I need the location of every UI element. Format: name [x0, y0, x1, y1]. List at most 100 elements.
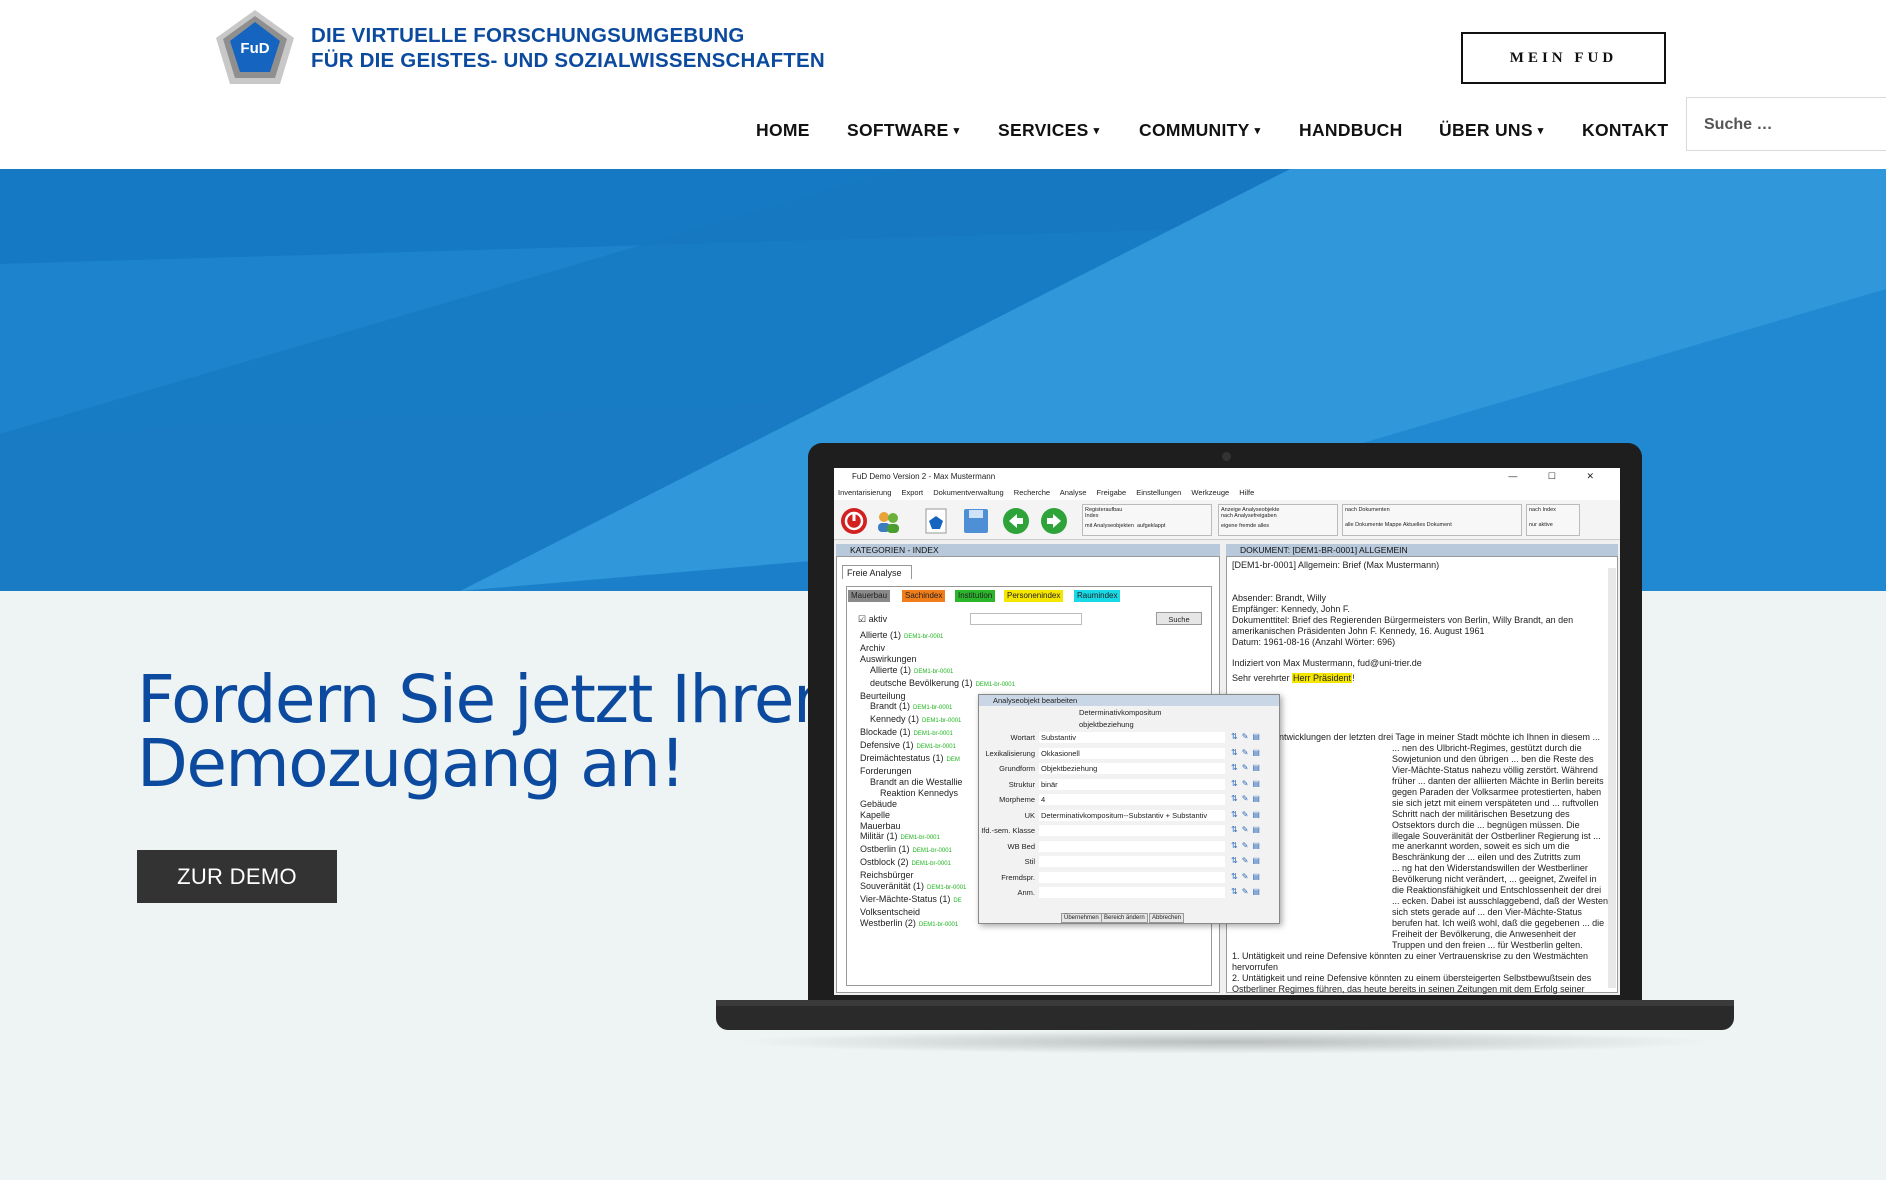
tab-freie-analyse[interactable]: Freie Analyse	[842, 565, 912, 579]
aktiv-checkbox[interactable]: ☑ aktiv	[858, 614, 887, 625]
dialog-field-value[interactable]	[1039, 871, 1225, 883]
dialog-field-value[interactable]	[1039, 856, 1225, 867]
tree-item-ref[interactable]: DEM1-br-0001	[917, 744, 956, 750]
option-nur-aktive[interactable]: nur aktive	[1529, 522, 1577, 528]
dialog-field-value[interactable]: Okkasionell	[1039, 747, 1225, 759]
dialog-field-label: WB Bed	[1007, 841, 1035, 851]
edit-icon[interactable]: ⇅✎▤	[1231, 841, 1271, 852]
mein-fud-button[interactable]: MEIN FUD	[1461, 32, 1666, 84]
document-indexed-by: Indiziert von Max Mustermann, fud@uni-tr…	[1232, 658, 1422, 669]
laptop-base	[716, 1000, 1734, 1030]
tree-item-label: Ostblock (2)	[860, 857, 909, 868]
dialog-field-value[interactable]: binär	[1039, 778, 1225, 790]
chevron-down-icon: ▾	[1537, 125, 1544, 137]
nav-software[interactable]: SOFTWARE ▾	[847, 120, 959, 141]
salutation-highlight: Herr Präsident	[1292, 673, 1353, 684]
tree-item-ref[interactable]: DEM1-br-0001	[901, 835, 940, 841]
tree-item-ref[interactable]: DEM1-br-0001	[919, 922, 958, 928]
option-aktuelles-dokument[interactable]: Aktuelles Dokument	[1403, 522, 1452, 528]
option-aufgeklappt[interactable]: aufgeklappt	[1137, 523, 1165, 529]
tree-item-label: Reaktion Kennedys	[880, 787, 959, 798]
edit-icon[interactable]: ⇅✎▤	[1231, 732, 1271, 743]
dialog-field-row: Ifd.-sem. Klasse ⇅✎▤	[979, 825, 1279, 837]
tree-item[interactable]: Archiv	[860, 643, 1015, 654]
tree-item-ref[interactable]: DEM1-br-0001	[922, 718, 961, 724]
dialog-abbrechen-button[interactable]: Abbrechen	[1149, 913, 1185, 923]
tree-item-ref[interactable]: DEM1-br-0001	[976, 682, 1015, 688]
dialog-field-value[interactable]: Objektbeziehung	[1039, 763, 1225, 774]
tree-item-ref[interactable]: DEM	[947, 757, 960, 763]
index-tab-sachindex[interactable]: Sachindex	[902, 590, 946, 602]
document-date: Datum: 1961-08-16 (Anzahl Wörter: 696)	[1232, 636, 1396, 647]
tree-item-ref[interactable]: DEM1-br-0001	[927, 885, 966, 891]
index-tab-raumindex[interactable]: Raumindex	[1074, 590, 1121, 602]
nav-ueber-uns-label: ÜBER UNS	[1439, 120, 1533, 140]
nav-handbuch[interactable]: HANDBUCH	[1299, 120, 1403, 141]
nav-services[interactable]: SERVICES ▾	[998, 120, 1099, 141]
search-input[interactable]: Suche …	[1686, 97, 1886, 151]
tree-item[interactable]: Allierte (1) DEM1-br-0001	[860, 630, 1015, 643]
option-fremde[interactable]: fremde	[1239, 523, 1256, 529]
dialog-field-value[interactable]	[1039, 887, 1225, 898]
fud-logo[interactable]: FuD	[214, 8, 296, 86]
edit-icon[interactable]: ⇅✎▤	[1231, 748, 1271, 759]
tree-item-ref[interactable]: DEM1-br-0001	[904, 634, 943, 640]
tree-item[interactable]: deutsche Bevölkerung (1) DEM1-br-0001	[860, 678, 1015, 691]
salutation-prefix: Sehr verehrter	[1232, 673, 1293, 684]
option-alles[interactable]: alles	[1258, 523, 1269, 529]
index-search-input[interactable]	[970, 613, 1082, 625]
tree-item-ref[interactable]: DEM1-br-0001	[913, 848, 952, 854]
edit-icon[interactable]: ⇅✎▤	[1231, 825, 1271, 836]
nav-home[interactable]: HOME	[756, 120, 810, 141]
tree-item[interactable]: Auswirkungen	[860, 654, 1015, 665]
nav-kontakt[interactable]: KONTAKT	[1582, 120, 1668, 141]
menu-werkzeuge: Werkzeuge	[1191, 488, 1230, 497]
document-scrollbar[interactable]	[1608, 568, 1616, 988]
option-eigene[interactable]: eigene	[1221, 523, 1238, 529]
edit-icon[interactable]: ⇅✎▤	[1231, 856, 1271, 867]
edit-icon[interactable]: ⇅✎▤	[1231, 872, 1271, 883]
index-tab-mauerbau[interactable]: Mauerbau	[848, 590, 891, 602]
tree-item-ref[interactable]: DEM1-br-0001	[913, 705, 952, 711]
left-panel-title: KATEGORIEN - INDEX	[836, 544, 1220, 556]
index-tab-personenindex[interactable]: Personenindex	[1004, 590, 1064, 602]
nav-community[interactable]: COMMUNITY ▾	[1139, 120, 1260, 141]
tree-item-label: Beurteilung	[860, 690, 906, 701]
dialog-field-value[interactable]: Determinativkompositum--Substantiv + Sub…	[1039, 809, 1225, 821]
nav-community-label: COMMUNITY	[1139, 120, 1250, 140]
edit-icon[interactable]: ⇅✎▤	[1231, 794, 1271, 805]
tree-item[interactable]: Allierte (1) DEM1-br-0001	[860, 665, 1015, 678]
dialog-field-row: UK Determinativkompositum--Substantiv + S…	[979, 809, 1279, 822]
registeraufbau-sub: Index	[1085, 513, 1099, 519]
dialog-line1: Determinativkompositum	[1079, 708, 1162, 717]
tree-item-ref[interactable]: DE	[953, 898, 961, 904]
app-window-title: FuD Demo Version 2 - Max Mustermann	[852, 472, 996, 481]
zur-demo-button[interactable]: ZUR DEMO	[137, 850, 337, 903]
dialog-uebernehmen-button[interactable]: Übernehmen	[1061, 913, 1102, 923]
dialog-field-value[interactable]	[1039, 825, 1225, 836]
hero-headline-line1: Fordern Sie jetzt Ihren	[137, 661, 835, 738]
edit-icon[interactable]: ⇅✎▤	[1231, 779, 1271, 790]
index-tab-institution[interactable]: Institution	[955, 590, 996, 602]
tree-item-label: Auswirkungen	[860, 653, 917, 664]
edit-icon[interactable]: ⇅✎▤	[1231, 763, 1271, 774]
option-mappe[interactable]: Mappe	[1385, 522, 1402, 528]
edit-icon[interactable]: ⇅✎▤	[1231, 887, 1271, 898]
forward-arrow-icon	[1041, 508, 1067, 534]
dialog-field-label: Stil	[1024, 857, 1035, 866]
dialog-field-value[interactable]: Substantiv	[1039, 732, 1225, 743]
tree-item-ref[interactable]: DEM1-br-0001	[912, 861, 951, 867]
app-title-bar: FuD Demo Version 2 - Max Mustermann — ☐ …	[834, 468, 1620, 486]
nav-ueber-uns[interactable]: ÜBER UNS ▾	[1439, 120, 1544, 141]
dialog-field-value[interactable]	[1039, 840, 1225, 852]
index-search-button[interactable]: Suche	[1156, 612, 1202, 625]
tree-item-ref[interactable]: DEM1-br-0001	[914, 731, 953, 737]
dialog-field-value[interactable]: 4	[1039, 794, 1225, 805]
site-title[interactable]: DIE VIRTUELLE FORSCHUNGSUMGEBUNG FÜR DIE…	[311, 23, 825, 73]
edit-icon[interactable]: ⇅✎▤	[1231, 810, 1271, 821]
option-mit-analyseobjekten[interactable]: mit Analyseobjekten	[1085, 523, 1134, 529]
option-alle-dokumente[interactable]: alle Dokumente	[1345, 522, 1383, 528]
tree-item-ref[interactable]: DEM1-br-0001	[914, 669, 953, 675]
dialog-bereich-aendern-button[interactable]: Bereich ändern	[1101, 913, 1148, 923]
tree-item-label: Gebäude	[860, 798, 898, 809]
